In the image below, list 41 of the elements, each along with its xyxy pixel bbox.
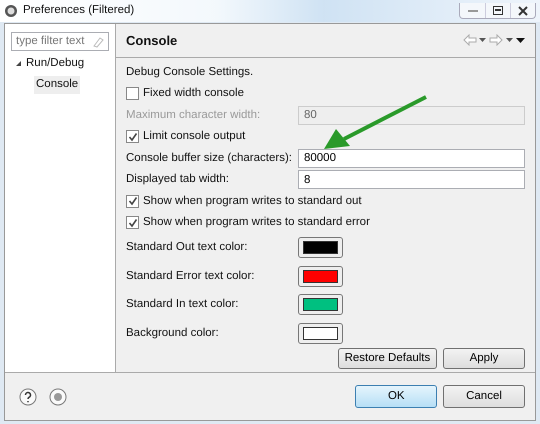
button[interactable]: OK — [355, 385, 438, 408]
field-label: Displayed tab width: — [126, 172, 230, 187]
checkbox-label: Show when program writes to standard error — [143, 215, 370, 230]
color-button[interactable] — [298, 266, 343, 287]
tree-item[interactable]: Console — [34, 76, 80, 94]
help-icon[interactable] — [19, 388, 37, 406]
color-button[interactable] — [298, 237, 343, 258]
checkbox-label: Show when program writes to standard out — [143, 194, 362, 208]
tree-item[interactable]: Run/Debug — [26, 55, 84, 72]
color-label: Background color: — [126, 326, 220, 340]
input-field[interactable]: 8 — [298, 170, 525, 190]
maximize-icon — [493, 6, 503, 15]
close-icon — [518, 6, 528, 16]
checkbox[interactable] — [126, 130, 139, 144]
button[interactable]: Cancel — [443, 385, 525, 408]
color-button[interactable] — [298, 322, 343, 344]
color-label: Standard Error text color: — [126, 268, 256, 284]
menu-icon[interactable] — [516, 38, 525, 43]
color-label: Standard In text color: — [126, 297, 240, 312]
button[interactable]: Restore Defaults — [338, 348, 438, 370]
button[interactable]: Apply — [443, 348, 525, 370]
checkbox-label: Limit console output — [143, 129, 246, 144]
checkbox-label: Fixed width console — [143, 86, 244, 101]
checkbox[interactable] — [126, 194, 139, 208]
input-field[interactable]: 80000 — [298, 148, 525, 168]
color-button[interactable] — [298, 294, 343, 316]
dropdown-icon[interactable] — [479, 38, 486, 42]
window-title: Preferences (Filtered) — [23, 3, 134, 18]
expander-icon[interactable] — [15, 60, 22, 68]
checkbox[interactable] — [126, 216, 139, 230]
field-label: Console buffer size (characters): — [126, 150, 293, 166]
page-title: Console — [126, 32, 178, 50]
section-description: Debug Console Settings. — [126, 66, 254, 78]
app-icon — [4, 4, 18, 18]
dropdown-icon[interactable] — [506, 38, 514, 42]
record-icon[interactable] — [48, 388, 67, 406]
minimize-icon — [468, 8, 478, 12]
color-label: Standard Out text color: — [126, 240, 248, 255]
checkbox[interactable] — [126, 87, 139, 100]
field-label: Maximum character width: — [126, 108, 262, 122]
filter-field[interactable]: type filter text — [11, 32, 109, 51]
